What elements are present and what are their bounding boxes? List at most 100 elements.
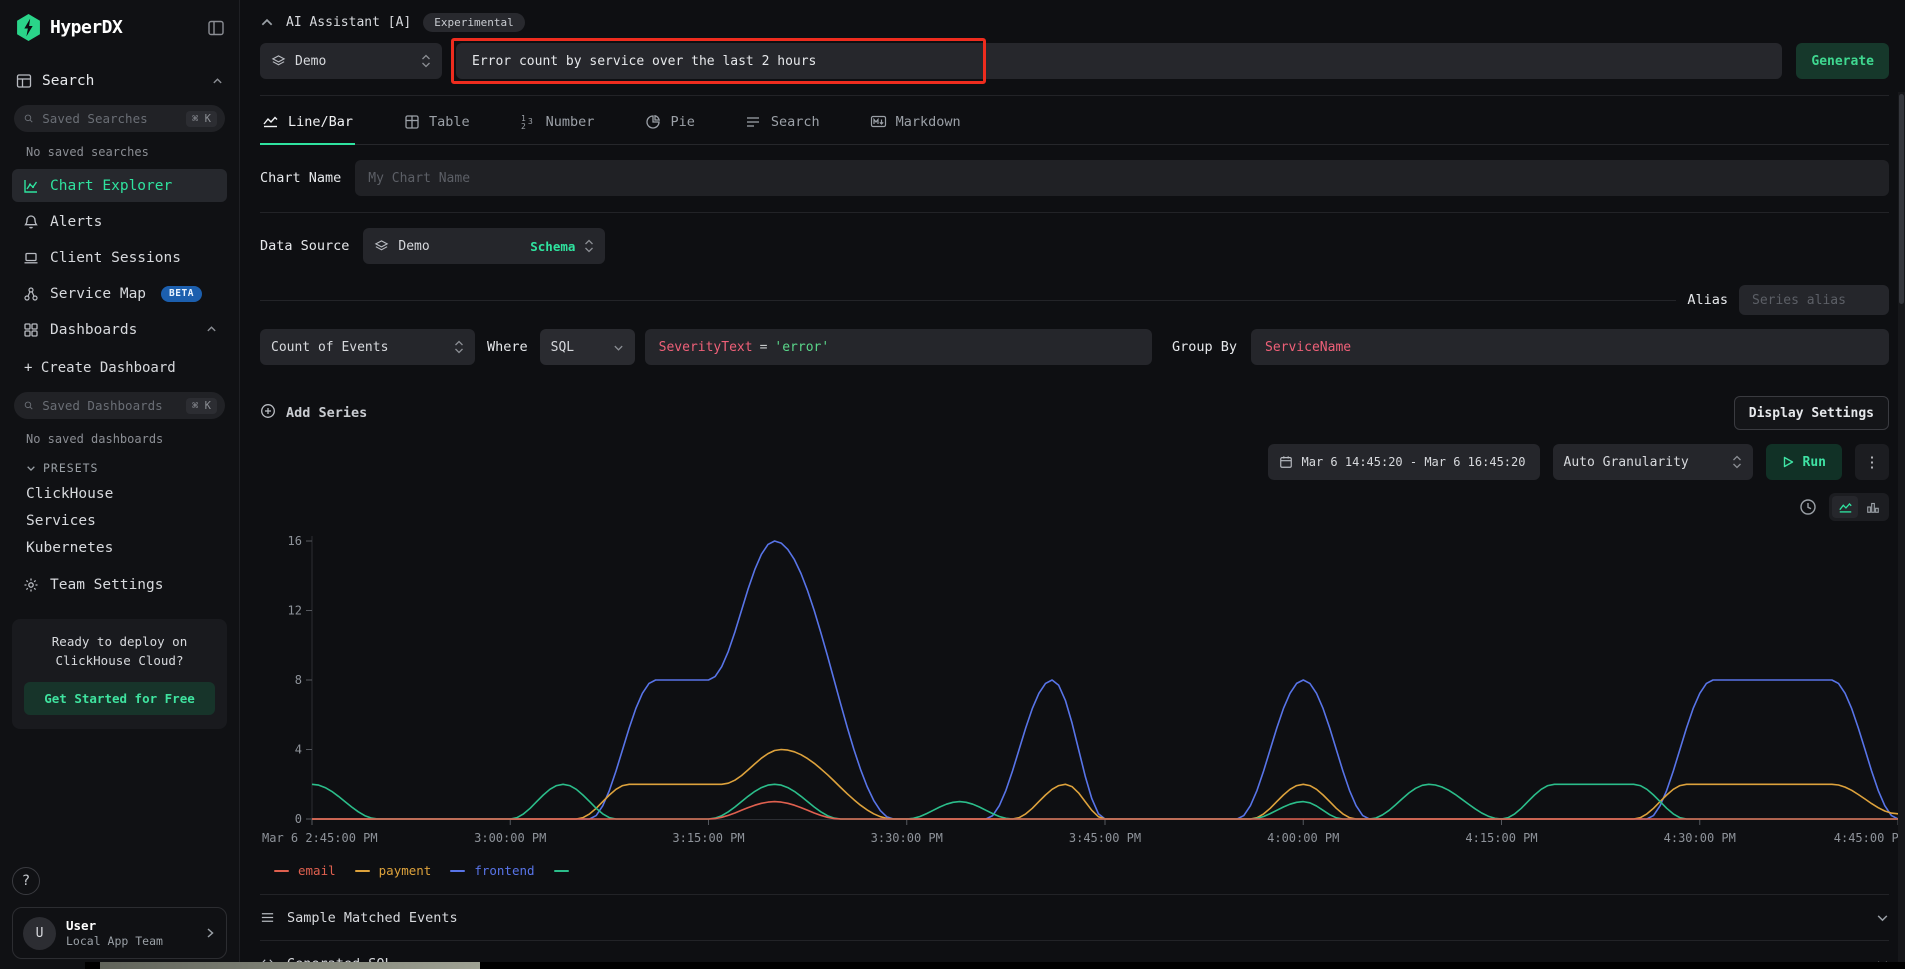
legend-item[interactable] (554, 870, 569, 872)
bar-chart-toggle[interactable] (1860, 496, 1886, 518)
display-settings-button[interactable]: Display Settings (1734, 396, 1889, 430)
aggregation-select[interactable]: Count of Events (260, 329, 475, 365)
legend-item[interactable]: email (274, 863, 336, 878)
sidebar-item-label: Dashboards (50, 322, 137, 338)
chart-name-row: Chart Name (260, 160, 1889, 196)
run-button[interactable]: Run (1766, 444, 1842, 480)
svg-text:2: 2 (521, 122, 526, 130)
line-chart-toggle[interactable] (1832, 496, 1858, 518)
list-icon (260, 910, 275, 925)
cloud-card-text: Ready to deploy on ClickHouse Cloud? (24, 632, 215, 671)
svg-text:4: 4 (295, 743, 302, 757)
sidebar-item-service-map[interactable]: Service Map BETA (12, 277, 227, 310)
dashboards-grid-icon (22, 321, 39, 338)
sidebar: HyperDX Search ⌘ K (0, 0, 240, 969)
divider (260, 212, 1889, 213)
saved-dashboards-search[interactable]: ⌘ K (14, 392, 225, 419)
generate-button[interactable]: Generate (1796, 43, 1889, 79)
create-dashboard-button[interactable]: + Create Dashboard (24, 360, 223, 376)
add-series-button[interactable]: Add Series (260, 403, 367, 423)
clock-icon[interactable] (1799, 498, 1817, 516)
tab-label: Line/Bar (288, 114, 353, 130)
get-started-button[interactable]: Get Started for Free (24, 682, 215, 715)
sidebar-item-team-settings[interactable]: Team Settings (12, 568, 227, 601)
series-actions-row: Add Series Display Settings (260, 396, 1889, 430)
ai-prompt-input[interactable] (456, 43, 1782, 79)
service-map-icon (22, 285, 39, 302)
search-section-icon (16, 73, 32, 89)
group-by-input[interactable]: ServiceName (1251, 329, 1889, 365)
sidebar-item-alerts[interactable]: Alerts (12, 205, 227, 238)
schema-link[interactable]: Schema (530, 239, 575, 254)
chevron-up-icon[interactable] (212, 76, 223, 87)
pie-chart-icon (644, 113, 661, 130)
tab-table[interactable]: Table (401, 98, 472, 145)
chevron-up-icon[interactable] (206, 324, 217, 335)
saved-searches-search[interactable]: ⌘ K (14, 105, 225, 132)
run-label: Run (1803, 455, 1826, 470)
where-expression-input[interactable]: SeverityText = 'error' (645, 329, 1152, 365)
scrollbar-thumb[interactable] (1899, 94, 1904, 304)
sidebar-item-client-sessions[interactable]: Client Sessions (12, 241, 227, 274)
preset-kubernetes[interactable]: Kubernetes (26, 540, 223, 556)
tab-markdown[interactable]: Markdown (868, 98, 963, 145)
chevron-down-icon (613, 342, 624, 353)
aggregation-value: Count of Events (271, 340, 445, 355)
language-select[interactable]: SQL (540, 329, 635, 365)
sidebar-item-label: Team Settings (50, 577, 164, 593)
user-team: Local App Team (66, 934, 194, 948)
tab-label: Markdown (896, 114, 961, 130)
sample-matched-events-label: Sample Matched Events (287, 910, 458, 926)
line-chart[interactable]: 0481216Mar 6 2:45:00 PM3:00:00 PM3:15:00… (260, 527, 1905, 849)
sidebar-item-label: Chart Explorer (50, 178, 172, 194)
tab-pie[interactable]: Pie (642, 98, 696, 145)
chart-explorer-icon (22, 177, 39, 194)
line-chart-icon (262, 113, 279, 130)
saved-searches-input[interactable] (40, 110, 179, 127)
saved-dashboards-input[interactable] (40, 397, 179, 414)
preset-services[interactable]: Services (26, 513, 223, 529)
user-menu[interactable]: U User Local App Team (12, 907, 227, 959)
legend-dash (355, 870, 370, 872)
granularity-select[interactable]: Auto Granularity (1553, 444, 1753, 480)
svg-text:0: 0 (295, 812, 302, 826)
svg-text:4:45:00 PM: 4:45:00 PM (1834, 831, 1905, 845)
tab-number[interactable]: 123 Number (518, 98, 597, 145)
sample-matched-events-toggle[interactable]: Sample Matched Events (260, 895, 1889, 940)
data-source-row: Data Source Demo Schema (260, 228, 1889, 264)
language-value: SQL (551, 340, 604, 355)
number-123-icon: 123 (520, 113, 537, 130)
date-range-input[interactable]: Mar 6 14:45:20 - Mar 6 16:45:20 (1268, 444, 1540, 480)
legend-label: frontend (474, 863, 534, 878)
svg-text:4:15:00 PM: 4:15:00 PM (1465, 831, 1537, 845)
legend-item[interactable]: frontend (450, 863, 534, 878)
legend-dash (450, 870, 465, 872)
tab-line-bar[interactable]: Line/Bar (260, 98, 355, 145)
presets-toggle[interactable]: PRESETS (26, 461, 223, 475)
tab-label: Pie (670, 114, 694, 130)
svg-text:Mar 6 2:45:00 PM: Mar 6 2:45:00 PM (262, 831, 378, 845)
ai-source-select[interactable]: Demo (260, 43, 442, 79)
legend-item[interactable]: payment (355, 863, 432, 878)
help-button[interactable]: ? (12, 867, 40, 895)
sidebar-collapse-icon[interactable] (207, 19, 225, 37)
preset-clickhouse[interactable]: ClickHouse (26, 486, 223, 502)
chart-name-input[interactable] (355, 160, 1889, 196)
data-source-select[interactable]: Demo Schema (363, 228, 605, 264)
alias-input[interactable] (1739, 285, 1889, 315)
sidebar-item-dashboards[interactable]: Dashboards (12, 313, 227, 346)
chart-area[interactable]: 0481216Mar 6 2:45:00 PM3:00:00 PM3:15:00… (260, 527, 1889, 853)
chevron-updown-icon (584, 239, 594, 253)
brand-title: HyperDX (50, 17, 198, 38)
saved-searches-shortcut: ⌘ K (186, 111, 217, 127)
sidebar-section-search[interactable]: Search (16, 73, 223, 89)
sidebar-item-chart-explorer[interactable]: Chart Explorer (12, 169, 227, 202)
date-range-value: Mar 6 14:45:20 - Mar 6 16:45:20 (1302, 455, 1529, 469)
chevron-updown-icon (454, 340, 464, 354)
divider (260, 95, 1889, 96)
chevron-down-icon (1876, 911, 1889, 924)
vertical-scrollbar[interactable] (1898, 92, 1905, 962)
tab-search[interactable]: Search (743, 98, 822, 145)
more-options-button[interactable]: ⋮ (1855, 444, 1889, 480)
collapse-chevron-up-icon[interactable] (260, 16, 274, 30)
